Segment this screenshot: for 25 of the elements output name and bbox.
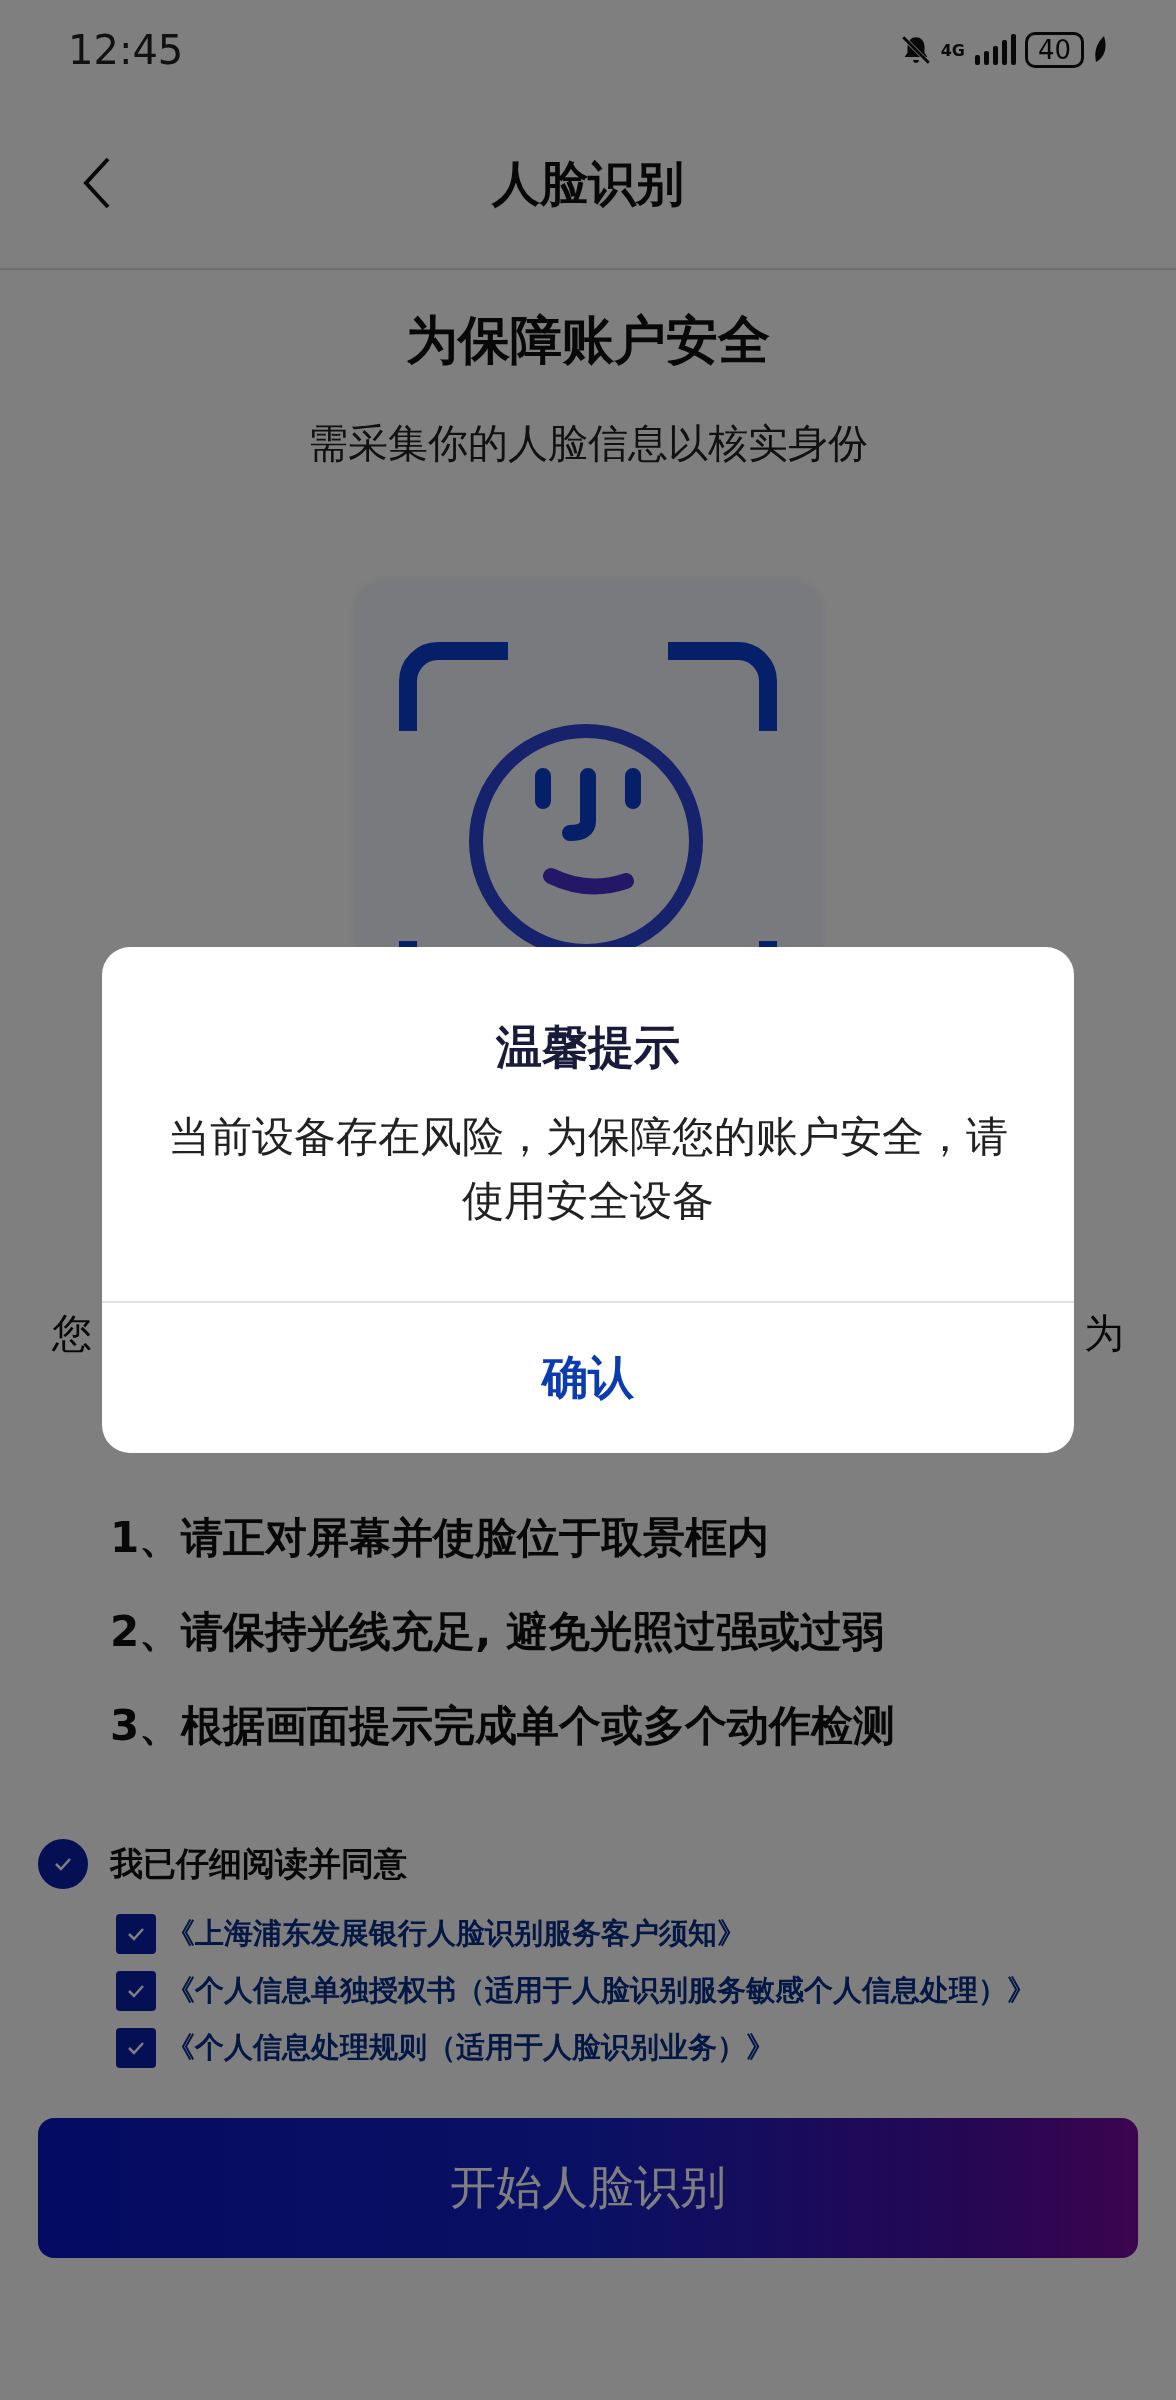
dialog-message: 当前设备存在风险，为保障您的账户安全，请使用安全设备: [167, 1111, 1009, 1227]
document-checkbox[interactable]: [116, 1914, 156, 1954]
page-title: 人脸识别: [492, 154, 684, 213]
notice-text: 您: [52, 1309, 92, 1358]
confirm-button[interactable]: 确认: [102, 1303, 1074, 1453]
instruction-text: 1、请正对屏幕并使脸位于取景框内: [110, 1512, 771, 1564]
instruction-text: 2、请保持光线充足, 避免光照过强或过弱: [110, 1606, 885, 1658]
signal-icon: [972, 33, 1017, 67]
heading: 为保障账户安全: [406, 309, 770, 372]
document-checkbox[interactable]: [116, 2028, 156, 2068]
network-label: 4G: [940, 40, 965, 60]
agree-label: 我已仔细阅读并同意: [110, 1842, 407, 1885]
start-button[interactable]: 开始人脸识别: [38, 2118, 1138, 2258]
status-time: 12:45: [68, 27, 184, 73]
instruction-text: 3、根据画面提示完成单个或多个动作检测: [110, 1700, 897, 1752]
document-checkbox[interactable]: [116, 1971, 156, 2011]
battery-indicator: 40: [1024, 32, 1084, 68]
document-link[interactable]: 《上海浦东发展银行人脸识别服务客户须知》: [166, 1914, 746, 1954]
document-link[interactable]: 《个人信息单独授权书（适用于人脸识别服务敏感个人信息处理）》: [166, 1971, 1036, 2011]
back-icon[interactable]: [82, 156, 112, 210]
dialog-title: 温馨提示: [496, 1019, 680, 1076]
notice-text: 为: [1084, 1309, 1124, 1358]
subheading: 需采集你的人脸信息以核实身份: [308, 419, 868, 468]
document-link[interactable]: 《个人信息处理规则（适用于人脸识别业务）》: [166, 2028, 775, 2068]
agree-checkbox[interactable]: [38, 1839, 88, 1889]
